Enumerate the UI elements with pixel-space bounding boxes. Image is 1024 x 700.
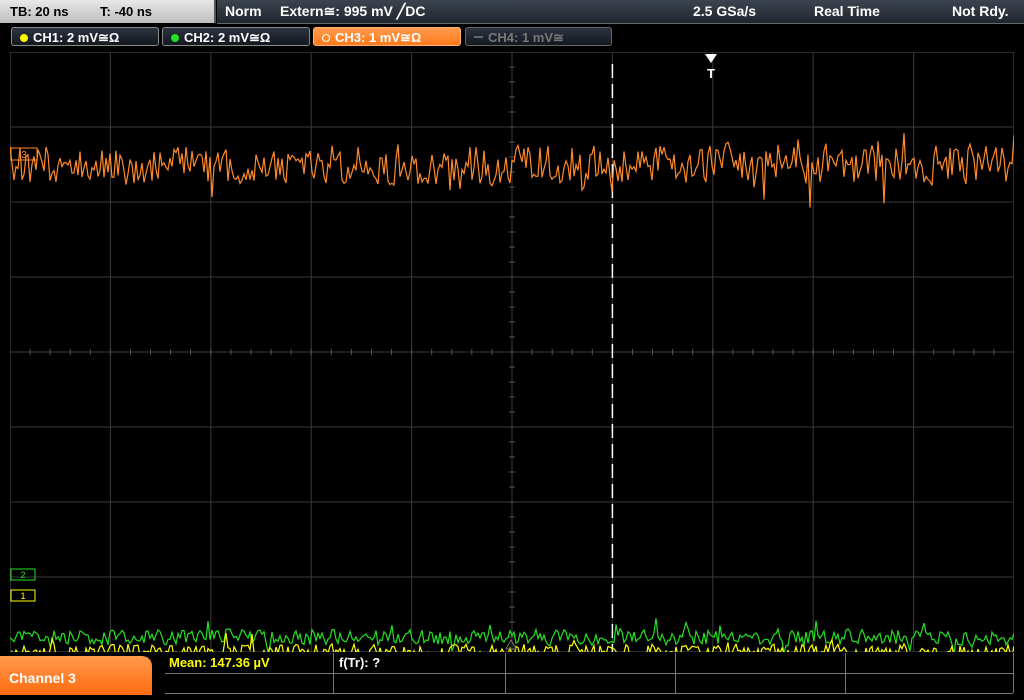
- ch1-marker-text: 1: [20, 591, 25, 601]
- ch2-marker-text: 2: [20, 570, 25, 580]
- channel-4-off-icon: [474, 36, 483, 38]
- acquisition-status: Norm Extern≅: 995 mV ╱DC 2.5 GSa/s Real …: [217, 0, 1024, 24]
- channel-tabs: CH1: 2 mV≅Ω CH2: 2 mV≅Ω CH3: 1 mV≅Ω CH4:…: [0, 25, 1024, 49]
- run-status: Not Rdy.: [952, 3, 1009, 19]
- sample-rate[interactable]: 2.5 GSa/s: [693, 0, 756, 23]
- selected-channel-label[interactable]: Channel 3: [0, 656, 152, 695]
- divider: [845, 653, 846, 693]
- channel-4-tab[interactable]: CH4: 1 mV≅: [465, 27, 612, 46]
- acq-type[interactable]: Real Time: [814, 0, 880, 23]
- channel-2-label: CH2: 2 mV≅Ω: [184, 30, 271, 45]
- channel-2-tab[interactable]: CH2: 2 mV≅Ω: [162, 27, 310, 46]
- top-status-bar: TB: 20 ns T: -40 ns Norm Extern≅: 995 mV…: [0, 0, 1024, 24]
- divider: [505, 653, 506, 693]
- channel-1-tab[interactable]: CH1: 2 mV≅Ω: [11, 27, 159, 46]
- frequency-measurement[interactable]: f(Tr): ?: [339, 655, 380, 670]
- measurement-row: [165, 673, 1013, 694]
- trigger-time-value[interactable]: T: -40 ns: [100, 0, 152, 23]
- mean-measurement[interactable]: Mean: 147.36 µV: [169, 655, 270, 670]
- divider: [333, 653, 334, 693]
- timebase-value[interactable]: TB: 20 ns: [10, 0, 69, 23]
- divider: [675, 653, 676, 693]
- channel-1-dot-icon: [20, 34, 28, 42]
- channel-3-label: CH3: 1 mV≅Ω: [335, 30, 422, 45]
- channel-4-label: CH4: 1 mV≅: [488, 30, 564, 45]
- trigger-marker-text: T: [707, 66, 715, 81]
- divider: [1013, 653, 1014, 693]
- channel-3-dot-icon: [322, 34, 330, 42]
- timebase-box[interactable]: TB: 20 ns T: -40 ns: [0, 0, 216, 23]
- waveform-display[interactable]: 3 2 1 T: [10, 52, 1014, 652]
- trigger-source[interactable]: Extern≅: 995 mV ╱DC: [280, 0, 425, 23]
- bottom-bar: Channel 3 Mean: 147.36 µV f(Tr): ?: [0, 653, 1024, 695]
- measurement-panel: Mean: 147.36 µV f(Tr): ?: [165, 653, 1021, 695]
- acq-mode[interactable]: Norm: [225, 0, 262, 23]
- channel-1-label: CH1: 2 mV≅Ω: [33, 30, 120, 45]
- ch3-marker-text: 3: [21, 150, 27, 161]
- channel-3-tab[interactable]: CH3: 1 mV≅Ω: [313, 27, 461, 46]
- channel-2-dot-icon: [171, 34, 179, 42]
- measurement-row: [165, 653, 1013, 674]
